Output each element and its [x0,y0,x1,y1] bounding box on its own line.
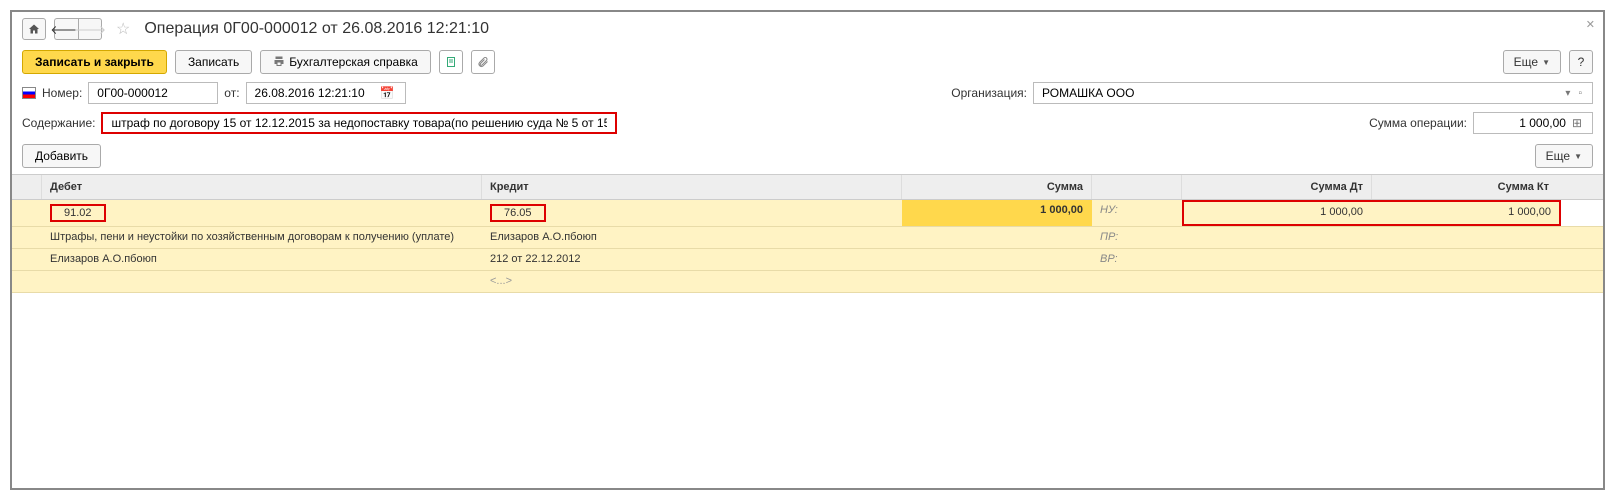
form-row-number: Номер: от: 📅 Организация: ▾ ▫ [12,78,1603,108]
debet-subconto1[interactable]: Штрафы, пени и неустойки по хозяйственны… [42,227,482,248]
nu-label: НУ: [1092,200,1182,226]
date-field[interactable]: 📅 [246,82,406,104]
col-nu-header [1092,175,1182,199]
add-button[interactable]: Добавить [22,144,101,168]
table-row[interactable]: ↖ 91.02 76.05 1 000,00 НУ: 1 000,00 1 00… [12,200,1603,227]
form-row-content: Содержание: Сумма операции: ⊞ [12,108,1603,138]
printer-icon [273,55,285,70]
col-kredit-header[interactable]: Кредит [482,175,902,199]
chevron-down-icon: ▼ [1574,152,1582,161]
kredit-subconto3[interactable]: <...> [482,271,902,292]
content-input[interactable] [109,115,609,131]
summa-cell[interactable]: 1 000,00 [902,200,1092,226]
vr-label: ВР: [1092,249,1182,270]
titlebar: 🡐 🡒 ☆ Операция 0Г00-000012 от 26.08.2016… [12,12,1603,46]
from-label: от: [224,86,239,100]
table-row[interactable]: <...> [12,271,1603,293]
debet-subconto2[interactable]: Елизаров А.О.пбоюп [42,249,482,270]
attach-icon-button[interactable] [471,50,495,74]
help-button[interactable]: ? [1569,50,1593,74]
favorite-icon[interactable]: ☆ [116,19,130,39]
col-summa-header[interactable]: Сумма [902,175,1092,199]
accounting-ref-label: Бухгалтерская справка [289,55,418,69]
sumdt-cell[interactable]: 1 000,00 [1184,202,1372,224]
content-field[interactable] [101,112,617,134]
number-field[interactable] [88,82,218,104]
number-label: Номер: [42,86,82,100]
col-debet-header[interactable]: Дебет [42,175,482,199]
save-button[interactable]: Записать [175,50,252,74]
operation-sum-field[interactable]: ⊞ [1473,112,1593,134]
col-sumkt-header[interactable]: Сумма Кт [1372,175,1557,199]
nu-amounts-highlighted: 1 000,00 1 000,00 [1182,200,1561,226]
chevron-down-icon: ▼ [1542,58,1550,67]
pr-label: ПР: [1092,227,1182,248]
kredit-account-cell[interactable]: 76.05 [482,200,902,226]
table-more-button[interactable]: Еще ▼ [1535,144,1593,168]
debet-account-cell[interactable]: 91.02 [42,200,482,226]
content-label: Содержание: [22,116,95,130]
sumkt-cell[interactable]: 1 000,00 [1372,202,1559,224]
col-sumdt-header[interactable]: Сумма Дт [1182,175,1372,199]
table-row[interactable]: Штрафы, пени и неустойки по хозяйственны… [12,227,1603,249]
kredit-subconto1[interactable]: Елизаров А.О.пбоюп [482,227,902,248]
accounting-ref-button[interactable]: Бухгалтерская справка [260,50,431,74]
page-title: Операция 0Г00-000012 от 26.08.2016 12:21… [144,20,489,38]
home-button[interactable] [22,18,46,40]
document-window: ✕ 🡐 🡒 ☆ Операция 0Г00-000012 от 26.08.20… [10,10,1605,490]
close-icon[interactable]: ✕ [1586,18,1595,31]
table-row[interactable]: Елизаров А.О.пбоюп 212 от 22.12.2012 ВР: [12,249,1603,271]
table-toolbar: Добавить Еще ▼ [12,138,1603,174]
date-input[interactable] [253,85,376,101]
forward-button[interactable]: 🡒 [78,18,102,40]
flag-icon [22,87,36,99]
doc-icon-button[interactable] [439,50,463,74]
number-input[interactable] [95,85,211,101]
org-input[interactable] [1040,85,1561,101]
org-field[interactable]: ▾ ▫ [1033,82,1593,104]
save-close-button[interactable]: Записать и закрыть [22,50,167,74]
kredit-subconto2[interactable]: 212 от 22.12.2012 [482,249,902,270]
more-button[interactable]: Еще ▼ [1503,50,1561,74]
dropdown-icon[interactable]: ▾ [1561,88,1574,99]
calendar-icon[interactable]: 📅 [376,86,399,100]
col-marker [12,175,42,199]
operation-sum-input[interactable] [1480,115,1568,131]
entries-grid: Дебет Кредит Сумма Сумма Дт Сумма Кт ↖ 9… [12,174,1603,293]
grid-body: ↖ 91.02 76.05 1 000,00 НУ: 1 000,00 1 00… [12,200,1603,293]
open-icon[interactable]: ▫ [1574,88,1586,99]
sum-label: Сумма операции: [1369,116,1467,130]
main-toolbar: Записать и закрыть Записать Бухгалтерска… [12,46,1603,78]
grid-header: Дебет Кредит Сумма Сумма Дт Сумма Кт [12,175,1603,200]
calc-icon[interactable]: ⊞ [1568,116,1586,130]
org-label: Организация: [951,86,1027,100]
